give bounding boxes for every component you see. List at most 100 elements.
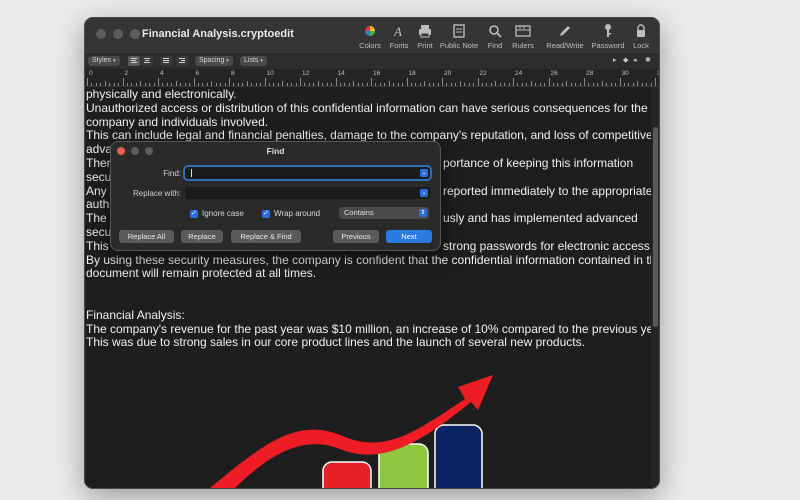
find-toolbar-button[interactable]: Find [483, 23, 507, 50]
ruler-tick [348, 83, 350, 86]
ruler-tick [521, 83, 523, 86]
align-right-button[interactable] [176, 56, 188, 66]
ruler-tick [149, 83, 151, 86]
ruler-tick [402, 83, 404, 86]
wrap-around-checkbox[interactable]: ✓ Wrap around [262, 209, 320, 218]
ruler-tick [468, 83, 470, 86]
chevron-down-icon: ▾ [113, 58, 116, 64]
find-history-dropdown[interactable]: ⌄ [420, 169, 428, 177]
public-note-button[interactable]: Public Note [439, 23, 479, 50]
document-line: By using these security measures, the co… [86, 252, 651, 267]
replace-history-dropdown[interactable]: ⌄ [420, 189, 428, 197]
zoom-window-button[interactable] [130, 29, 140, 39]
format-bar: Styles ▾ Spacing ▾ Lists ▾ ▸ ◆ ◂ ✱ [85, 52, 659, 69]
ruler-tick [419, 83, 421, 86]
ruler-tick [291, 83, 293, 86]
ruler-tick [215, 83, 217, 86]
ruler-tick [140, 81, 142, 86]
ruler-tick [459, 81, 461, 86]
ruler-number: 0 [89, 70, 93, 77]
ruler-number: 2 [124, 70, 129, 77]
ruler-tick [561, 83, 563, 86]
ruler-icon [515, 25, 531, 37]
window-controls [96, 29, 140, 39]
align-center-button[interactable] [141, 56, 153, 66]
color-wheel-icon [365, 26, 375, 36]
wrap-around-label: Wrap around [274, 209, 321, 218]
ruler-tick [202, 83, 204, 86]
close-window-button[interactable] [96, 29, 106, 39]
find-input[interactable]: ⌄ [185, 167, 430, 179]
lock-icon [637, 24, 645, 37]
fonts-button[interactable]: A Fonts [386, 23, 412, 50]
ruler-tick [393, 83, 395, 86]
ruler-tick [650, 83, 652, 86]
ruler-tick [264, 78, 266, 86]
document-line: secu [86, 169, 112, 184]
spacing-popup[interactable]: Spacing ▾ [195, 56, 233, 66]
public-note-label: Public Note [439, 41, 479, 50]
styles-popup[interactable]: Styles ▾ [88, 56, 120, 66]
ruler-tick [446, 83, 448, 86]
ruler-tick [229, 78, 230, 86]
lists-popup[interactable]: Lists ▾ [240, 56, 267, 66]
ruler-tick [246, 81, 248, 86]
chevron-down-icon: ▾ [260, 58, 263, 64]
document-line: adva [86, 142, 113, 157]
gear-icon[interactable]: ✱ [645, 56, 651, 64]
document-line: physically and electronically. [86, 87, 237, 101]
ruler-tick [255, 83, 257, 86]
lock-button[interactable]: Lock [629, 23, 653, 50]
ruler-tick [508, 83, 510, 86]
tab-decimal-icon[interactable]: ◆ [623, 56, 628, 64]
tab-left-icon[interactable]: ◂ [633, 56, 637, 64]
align-left-button[interactable] [128, 56, 140, 66]
ruler-number: 22 [479, 70, 487, 77]
ruler-tick [131, 83, 133, 86]
colors-button[interactable]: Colors [355, 23, 385, 50]
ruler-tick [544, 83, 546, 86]
ruler-number: 14 [337, 70, 345, 77]
ruler-tick [317, 81, 319, 86]
print-button[interactable]: Print [413, 23, 437, 50]
ruler-tick [646, 83, 648, 86]
ignore-case-checkbox[interactable]: ✓ Ignore case [190, 209, 244, 218]
password-button[interactable]: Password [590, 23, 626, 50]
ruler-tick [180, 83, 182, 86]
match-mode-select[interactable]: Contains ⇕ [339, 207, 429, 219]
ruler[interactable]: 0246810121416182022242628303 [85, 69, 659, 87]
replace-button[interactable]: Replace [181, 230, 223, 243]
ruler-tick [517, 83, 519, 86]
find-dialog: Find Find: ⌄ Replace with: ⌄ ✓ Ignore ca… [110, 141, 441, 251]
document-line: secu [86, 225, 112, 239]
graphic-bar-red [322, 461, 372, 488]
minimize-window-button[interactable] [113, 29, 123, 39]
next-button[interactable]: Next [386, 230, 432, 243]
previous-button[interactable]: Previous [333, 230, 379, 243]
ruler-number: 28 [586, 70, 594, 77]
ruler-number: 3 [657, 70, 659, 77]
match-mode-value: Contains [344, 208, 374, 217]
document-line: The company's revenue for the past year … [86, 321, 651, 336]
replace-input[interactable]: ⌄ [185, 187, 430, 199]
align-justify-button[interactable] [160, 56, 172, 66]
ruler-tick [295, 83, 297, 86]
rulers-button[interactable]: Rulers [509, 23, 537, 50]
scrollbar-thumb[interactable] [653, 127, 658, 327]
document-line: This was due to strong sales in our core… [86, 335, 585, 350]
ruler-tick [584, 78, 585, 86]
ruler-tick [268, 83, 270, 86]
ruler-tick [224, 83, 226, 86]
ruler-tick [535, 83, 537, 86]
ruler-tick [455, 83, 457, 86]
tab-right-icon[interactable]: ▸ [613, 56, 617, 64]
vertical-scrollbar[interactable] [651, 87, 659, 488]
replace-and-find-button[interactable]: Replace & Find [231, 230, 301, 243]
ruler-tick [490, 83, 492, 86]
ruler-tick [277, 83, 279, 86]
styles-label: Styles [92, 57, 112, 64]
ruler-tick [331, 83, 333, 86]
read-write-button[interactable]: Read/Write [545, 23, 585, 50]
replace-all-button[interactable]: Replace All [119, 230, 174, 243]
ruler-tick [104, 81, 106, 86]
